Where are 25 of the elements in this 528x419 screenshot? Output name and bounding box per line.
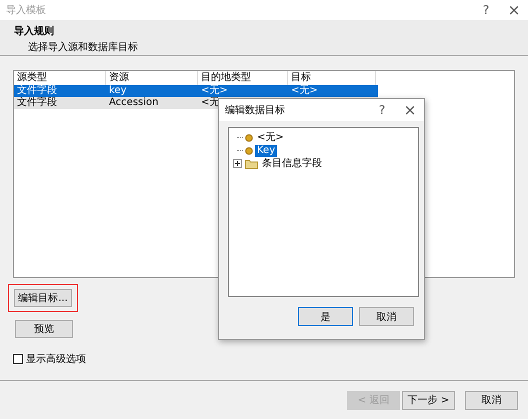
edit-target-button[interactable]: 编辑目标... (14, 289, 72, 307)
close-button[interactable]: × (500, 1, 528, 19)
dialog-button[interactable]: 是 (298, 307, 353, 326)
table-cell: Accession (109, 97, 158, 108)
help-button[interactable]: ? (472, 3, 500, 17)
checkbox-label: 显示高级选项 (26, 352, 86, 366)
footer-button[interactable]: 取消 (465, 390, 518, 410)
expand-icon[interactable] (233, 159, 242, 168)
table-cell: <无> (291, 85, 318, 96)
dot-icon (245, 146, 253, 154)
preview-button[interactable]: 预览 (15, 320, 73, 338)
close-button[interactable]: × (396, 101, 424, 119)
dialog-button[interactable]: 取消 (359, 307, 414, 326)
tree-item[interactable]: <无> (255, 132, 286, 144)
checkbox[interactable] (13, 354, 23, 364)
page-title: 导入规则 (14, 24, 55, 38)
tree-item[interactable]: 条目信息字段 (260, 158, 324, 170)
window-title: 导入模板 (6, 4, 47, 17)
page-subtitle: 选择导入源和数据库目标 (27, 40, 139, 54)
dot-icon (245, 134, 253, 142)
tree-item[interactable]: Key (255, 144, 278, 156)
footer-button[interactable]: 下一步 > (402, 390, 455, 410)
folder-icon (245, 158, 258, 168)
table-cell: key (109, 85, 127, 96)
table-cell: <无> (201, 85, 228, 96)
